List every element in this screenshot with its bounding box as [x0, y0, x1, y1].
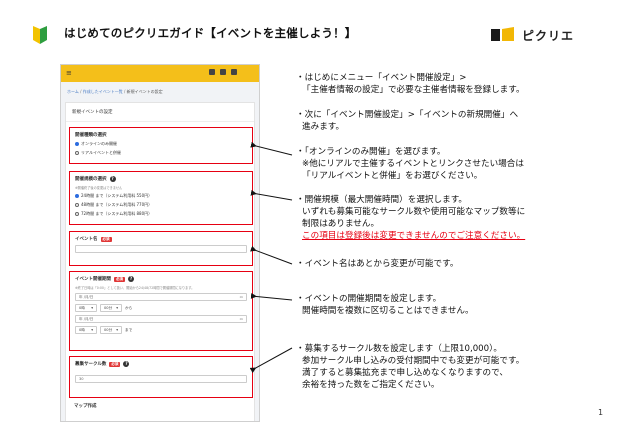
brand-logo-icon [491, 27, 514, 41]
help-icon[interactable]: ? [123, 361, 130, 367]
end-date-input[interactable]: 年 /月/日 ▭ [75, 315, 247, 323]
menu-icon[interactable]: ≡ [66, 69, 72, 77]
warning-text: この項目は登録後は変更できませんのでご注意ください。 [302, 231, 526, 241]
calendar-icon: ▭ [239, 317, 243, 321]
section-title: 開催規模の選択 [75, 177, 107, 182]
radio-with-real-event[interactable]: リアルイベントと併催 [75, 150, 247, 156]
radio-72h[interactable]: 72時間 まで（システム利用料 880円） [75, 211, 247, 217]
form-heading: 新規イベントの設定 [66, 103, 254, 122]
note-event-scale: ・開催規模（最大開催時間）を選択します。 いずれも募集可能なサークル数や使用可能… [296, 195, 526, 241]
section-event-scale: 開催規模の選択? ※開催終了後の変更はできません 24時間 まで（システム利用料… [69, 171, 253, 225]
required-badge: 必須 [109, 361, 121, 367]
calendar-icon: ▭ [239, 295, 243, 299]
note-new-event: ・次に「イベント開催設定」>「イベントの新規開催」へ 進みます。 [296, 110, 519, 132]
page-title: はじめてのピクリエガイド【イベントを主催しよう！】 [64, 26, 357, 40]
section-title: 開催種類の選択 [75, 133, 107, 138]
note-organizer-info: ・はじめにメニュー「イベント開催設定」> 「主催者情報の設定」で必要な主催者情報… [296, 73, 525, 95]
scale-note: ※開催終了後の変更はできません [75, 186, 123, 190]
app-screenshot: ≡ ホーム / 作成したイベント一覧 / 新規イベントの設定 新規イベントの設定… [60, 64, 260, 422]
section-event-type: 開催種類の選択 オンラインのみ開催 リアルイベントと併催 [69, 127, 253, 164]
required-badge: 必須 [114, 276, 125, 282]
page-number: 1 [598, 408, 604, 417]
brand: ピクリエ [490, 26, 574, 44]
section-event-period: イベント開催期間 必須? ※終了日時は「0:00」として扱い、開始から24/48/… [69, 271, 253, 351]
required-badge: 必須 [100, 236, 112, 242]
note-event-type: ・「オンラインのみ開催」を選びます。 ※他にリアルで主催するイベントとリンクさせ… [296, 147, 524, 181]
breadcrumb: ホーム / 作成したイベント一覧 / 新規イベントの設定 [67, 89, 163, 94]
chat-icon[interactable] [209, 69, 215, 75]
start-date-input[interactable]: 年 /月/日 ▭ [75, 293, 247, 301]
radio-online-only[interactable]: オンラインのみ開催 [75, 141, 247, 147]
end-hour-select[interactable]: 0時 ▾ [75, 326, 97, 334]
help-icon[interactable]: ? [109, 176, 116, 182]
circle-count-input[interactable]: 30 [75, 375, 247, 383]
brand-name: ピクリエ [522, 28, 575, 43]
event-form: 新規イベントの設定 開催種類の選択 オンラインのみ開催 リアルイベントと併催 開… [65, 102, 255, 421]
section-title: 募集サークル数 [75, 362, 107, 367]
guide-slide: はじめてのピクリエガイド【イベントを主催しよう！】 ピクリエ ≡ ホーム / 作… [0, 0, 620, 439]
event-name-input[interactable] [75, 245, 247, 253]
app-topbar: ≡ [61, 65, 259, 82]
start-hour-select[interactable]: 0時 ▾ [75, 304, 97, 312]
note-circle-count: ・募集するサークル数を設定します（上限10,000）。 参加サークル申し込みの受… [296, 344, 525, 390]
help-icon[interactable]: ? [128, 276, 134, 282]
section-circle-count: 募集サークル数 必須? 30 [69, 356, 253, 398]
end-time-row: 0時 ▾ 00分 ▾ まで [75, 326, 247, 334]
note-event-period: ・イベントの開催期間を設定します。 開催時間を複数に区切ることはできません。 [296, 294, 474, 316]
note-event-name: ・イベント名はあとから変更が可能です。 [296, 259, 459, 269]
breadcrumb-events[interactable]: 作成したイベント一覧 [83, 89, 123, 94]
radio-24h[interactable]: 24時間 まで（システム利用料 550円） [75, 193, 247, 199]
mail-icon[interactable] [220, 69, 226, 75]
section-title: イベント名 [75, 237, 98, 242]
start-time-row: 0時 ▾ 00分 ▾ から [75, 304, 247, 312]
end-minute-select[interactable]: 00分 ▾ [100, 326, 122, 334]
section-title: イベント開催期間 [75, 277, 111, 282]
beginner-mark-icon [33, 26, 47, 44]
breadcrumb-home[interactable]: ホーム [67, 89, 79, 94]
start-minute-select[interactable]: 00分 ▾ [100, 304, 122, 312]
radio-48h[interactable]: 48時間 まで（システム利用料 770円） [75, 202, 247, 208]
map-section-title: マップ作成 [74, 404, 97, 409]
section-event-name: イベント名 必須 [69, 231, 253, 266]
bell-icon[interactable] [231, 69, 237, 75]
breadcrumb-current: 新規イベントの設定 [126, 89, 163, 94]
period-note: ※終了日時は「0:00」として扱い、開始から24/48/72時間で開催期間になり… [75, 286, 195, 290]
